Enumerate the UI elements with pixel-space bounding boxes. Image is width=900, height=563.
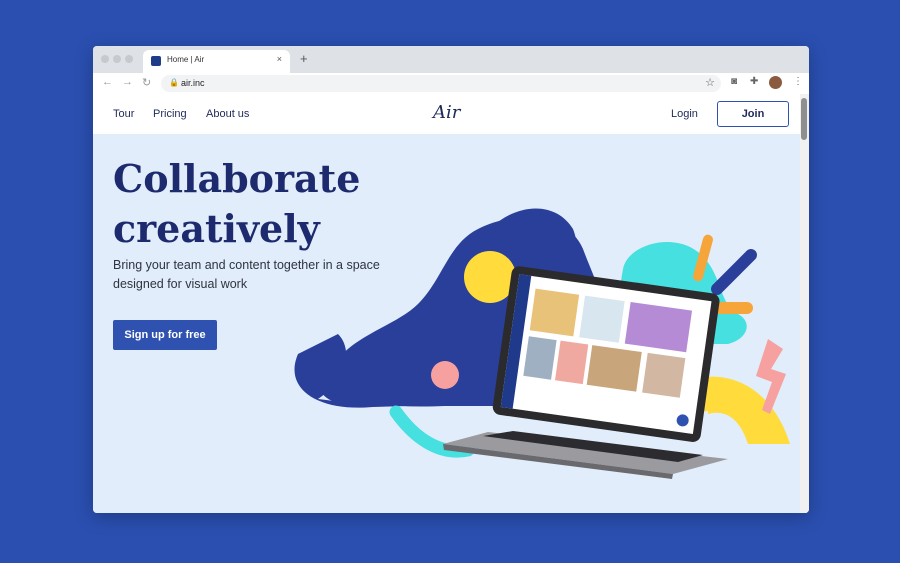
photo-1	[529, 288, 580, 337]
navy-bar	[711, 249, 757, 295]
extensions-icon[interactable]: ✚	[750, 76, 758, 87]
photo-6	[586, 345, 642, 392]
tab-title: Home | Air	[167, 55, 205, 64]
page-content: Tour Pricing About us Air Login Join Col…	[93, 94, 809, 513]
tab-strip: Home | Air × +	[93, 46, 809, 73]
new-tab-button[interactable]: +	[300, 51, 308, 66]
signup-button[interactable]: Sign up for free	[113, 320, 217, 350]
window-maximize-dot[interactable]	[125, 55, 133, 63]
lock-icon[interactable]: 🔒	[169, 78, 179, 87]
close-tab-icon[interactable]: ×	[277, 54, 282, 64]
hero-illustration	[294, 208, 790, 479]
nav-about[interactable]: About us	[206, 108, 249, 120]
back-icon[interactable]: ←	[102, 76, 113, 88]
favicon-icon	[151, 56, 161, 66]
join-button[interactable]: Join	[717, 101, 789, 127]
camera-icon[interactable]: ◙	[731, 76, 737, 87]
photo-4	[523, 336, 557, 380]
yellow-circle	[464, 251, 516, 303]
photo-5	[555, 340, 589, 385]
scrollbar-thumb[interactable]	[801, 98, 807, 140]
nav-tour[interactable]: Tour	[113, 108, 134, 120]
window-close-dot[interactable]	[101, 55, 109, 63]
photo-7	[642, 352, 686, 398]
profile-avatar[interactable]	[769, 76, 782, 89]
photo-3	[624, 302, 693, 353]
url-text[interactable]: air.inc	[181, 78, 205, 88]
address-bar[interactable]: 🔒 air.inc ☆	[161, 75, 721, 92]
browser-window: Home | Air × + ← → ↻ 🔒 air.inc ☆ ◙ ✚ ⋮ T…	[93, 46, 809, 513]
vertical-scrollbar[interactable]	[800, 94, 809, 513]
browser-tab[interactable]: Home | Air ×	[143, 50, 290, 73]
menu-icon[interactable]: ⋮	[793, 76, 803, 87]
forward-icon[interactable]: →	[122, 76, 133, 88]
login-link[interactable]: Login	[671, 108, 698, 120]
photo-2	[579, 295, 625, 343]
nav-pricing[interactable]: Pricing	[153, 108, 187, 120]
reload-icon[interactable]: ↻	[142, 76, 151, 89]
star-icon[interactable]: ☆	[705, 76, 715, 89]
browser-toolbar: ← → ↻ 🔒 air.inc ☆ ◙ ✚ ⋮	[93, 73, 809, 95]
site-header: Tour Pricing About us Air Login Join	[93, 94, 800, 134]
window-minimize-dot[interactable]	[113, 55, 121, 63]
pink-circle	[431, 361, 459, 389]
laptop	[492, 266, 720, 442]
air-logo[interactable]: Air	[433, 102, 460, 123]
